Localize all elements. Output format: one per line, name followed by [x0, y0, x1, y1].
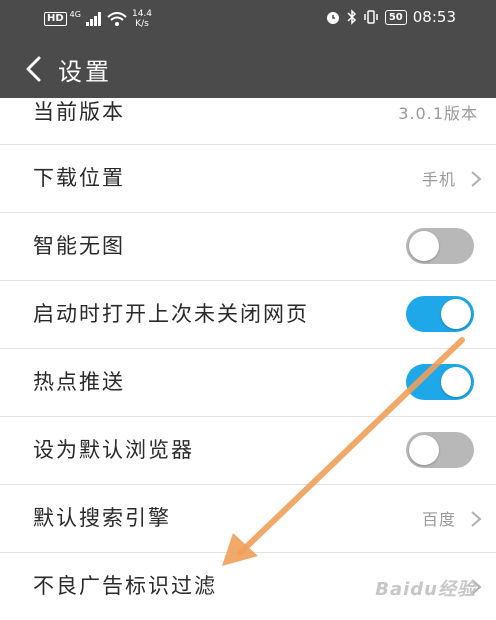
setting-value: 百度 — [421, 510, 456, 529]
smart-no-image-toggle[interactable] — [406, 228, 474, 264]
setting-value: 手机 — [421, 170, 456, 189]
alarm-icon — [326, 12, 339, 24]
restore-tabs-toggle[interactable] — [406, 296, 474, 332]
setting-restore-tabs: 启动时打开上次未关闭网页 — [0, 281, 496, 349]
setting-default-browser: 设为默认浏览器 — [0, 417, 496, 485]
battery-indicator: 50 — [384, 9, 407, 25]
hot-push-toggle[interactable] — [406, 364, 474, 400]
setting-smart-no-image: 智能无图 — [0, 213, 496, 281]
watermark: Baidu经验 — [375, 579, 476, 600]
signal-icon — [85, 12, 101, 26]
setting-label: 设为默认浏览器 — [33, 438, 194, 462]
page-title: 设置 — [58, 58, 112, 86]
setting-search-engine[interactable]: 默认搜索引擎 百度 — [0, 485, 496, 553]
default-browser-toggle[interactable] — [406, 432, 474, 468]
setting-label: 默认搜索引擎 — [33, 506, 171, 530]
toggle-knob — [441, 299, 471, 329]
setting-label: 不良广告标识过滤 — [33, 574, 217, 598]
setting-hot-push: 热点推送 — [0, 349, 496, 417]
speed-value: 14.4 — [131, 9, 153, 19]
app-bar: 设置 — [0, 40, 496, 98]
setting-label: 智能无图 — [33, 234, 125, 258]
speed-unit: K/s — [135, 19, 149, 29]
settings-list: 当前版本 3.0.1版本 下载位置 手机 智能无图 启动时打开上次未关闭网页 热… — [0, 98, 496, 620]
hd-badge: HD — [44, 12, 67, 26]
bluetooth-icon — [347, 9, 356, 25]
chevron-right-icon — [471, 511, 482, 527]
setting-label: 启动时打开上次未关闭网页 — [33, 302, 309, 326]
status-right: 50 08:53 — [325, 8, 456, 26]
toggle-knob — [409, 435, 439, 465]
status-bar: HD 4G 14.4 K/s 50 08:53 — [0, 0, 496, 40]
setting-download-location[interactable]: 下载位置 手机 — [0, 145, 496, 213]
setting-label: 热点推送 — [33, 370, 125, 394]
setting-label: 当前版本 — [33, 100, 125, 124]
network-speed: 14.4 K/s — [132, 9, 152, 29]
wifi-icon — [107, 12, 127, 26]
clock: 08:53 — [412, 8, 456, 26]
setting-value: 3.0.1版本 — [398, 104, 478, 123]
network-type: 4G — [69, 9, 81, 19]
setting-current-version: 当前版本 3.0.1版本 — [0, 98, 496, 145]
status-left: HD 4G 14.4 K/s — [44, 9, 152, 29]
chevron-right-icon — [471, 171, 482, 187]
vibrate-icon — [364, 10, 378, 24]
setting-label: 下载位置 — [33, 166, 125, 190]
toggle-knob — [409, 231, 439, 261]
toggle-knob — [441, 367, 471, 397]
back-arrow-icon[interactable] — [20, 54, 50, 84]
